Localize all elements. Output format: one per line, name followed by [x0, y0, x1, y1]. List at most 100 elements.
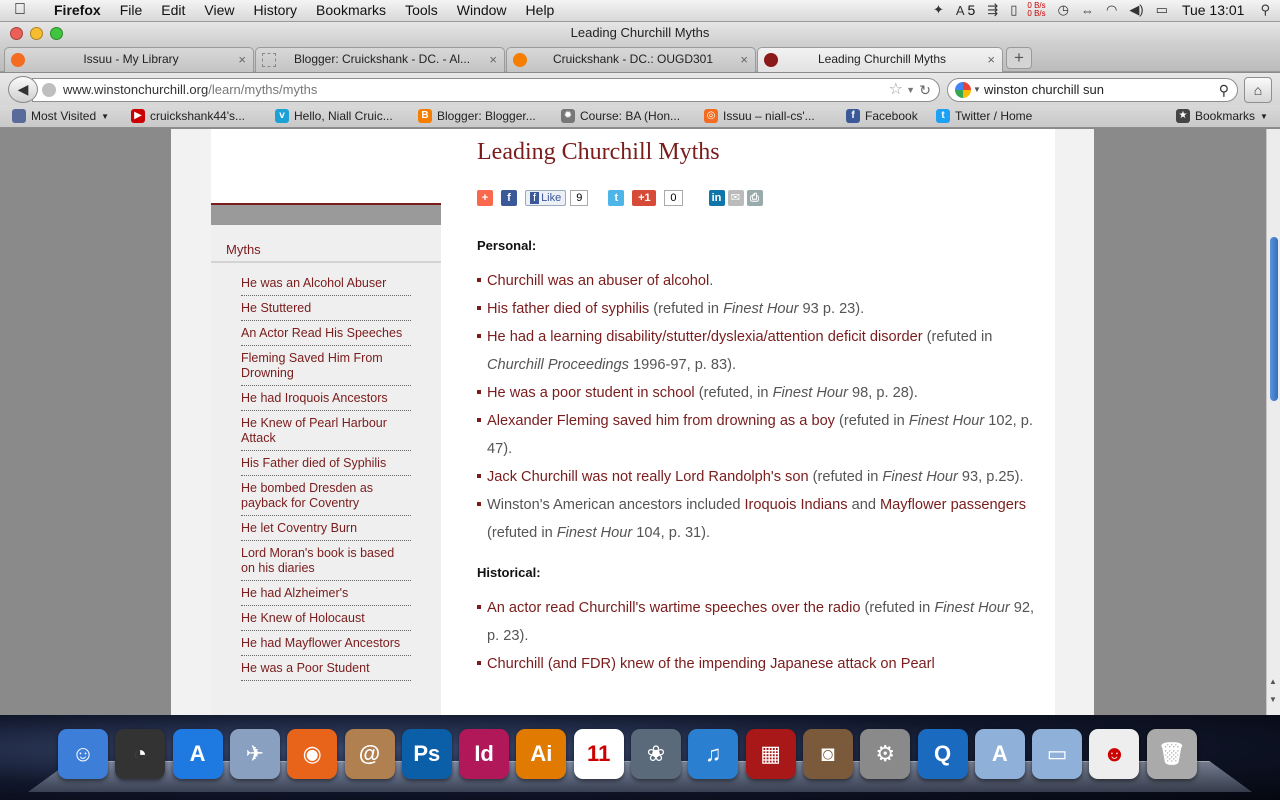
- bookmark-course[interactable]: ✹ Course: BA (Hon...: [561, 109, 680, 123]
- zoom-window-button[interactable]: [50, 27, 63, 40]
- bookmark-facebook[interactable]: f Facebook: [846, 109, 918, 123]
- myth-link[interactable]: Jack Churchill was not really Lord Rando…: [487, 469, 809, 485]
- sidebar-item[interactable]: He let Coventry Burn: [241, 516, 411, 541]
- myth-link[interactable]: He had a learning disability/stutter/dys…: [487, 329, 923, 345]
- bookmark-issuu[interactable]: ◎ Issuu – niall-cs'...: [704, 109, 815, 123]
- sidebar-title-myths[interactable]: Myths: [211, 225, 441, 263]
- menu-view[interactable]: View: [204, 2, 234, 18]
- sidebar-item[interactable]: He bombed Dresden as payback for Coventr…: [241, 476, 411, 516]
- sidebar-item[interactable]: He had Mayflower Ancestors: [241, 631, 411, 656]
- preview-icon[interactable]: ✈: [229, 729, 280, 779]
- tab-leading-churchill-myths[interactable]: Leading Churchill Myths ×: [757, 47, 1003, 72]
- new-tab-button[interactable]: +: [1006, 47, 1032, 69]
- bookmark-star-icon[interactable]: ☆: [889, 79, 903, 101]
- tab-blogger-cruickshank[interactable]: Blogger: Cruickshank - DC. - Al... ×: [255, 47, 505, 72]
- menu-history[interactable]: History: [253, 2, 297, 18]
- sidebar-item[interactable]: He Stuttered: [241, 296, 411, 321]
- churchill-photo-icon[interactable]: ☻: [1089, 729, 1140, 779]
- back-button[interactable]: ◀: [8, 76, 38, 103]
- menu-help[interactable]: Help: [526, 2, 555, 18]
- myth-link[interactable]: Mayflower passengers: [880, 497, 1026, 513]
- finder-icon[interactable]: ☺: [58, 729, 108, 779]
- close-window-button[interactable]: [10, 27, 23, 40]
- sidebar-item[interactable]: He was an Alcohol Abuser: [241, 271, 411, 296]
- ical-icon[interactable]: 11: [573, 729, 624, 779]
- menu-edit[interactable]: Edit: [161, 2, 185, 18]
- sidebar-item[interactable]: He had Iroquois Ancestors: [241, 386, 411, 411]
- linkedin-share-icon[interactable]: in: [708, 190, 725, 206]
- sidebar-item[interactable]: An Actor Read His Speeches: [241, 321, 411, 346]
- print-icon[interactable]: ⎙: [746, 190, 763, 206]
- dropbox-icon[interactable]: ✦: [933, 2, 944, 18]
- facebook-share-icon[interactable]: f: [501, 190, 517, 206]
- menu-file[interactable]: File: [120, 2, 143, 18]
- sidebar-item[interactable]: He was a Poor Student: [241, 656, 411, 681]
- facebook-like-button[interactable]: f Like: [525, 190, 567, 206]
- google-plus-button[interactable]: +1: [632, 190, 657, 206]
- display-icon[interactable]: ⇶: [987, 2, 998, 18]
- myth-link[interactable]: Iroquois Indians: [745, 497, 848, 513]
- photo-booth-icon[interactable]: ▦: [745, 729, 796, 779]
- bookmark-youtube[interactable]: ▶ cruickshank44's...: [131, 109, 245, 123]
- scrollbar-thumb[interactable]: [1270, 237, 1278, 401]
- minimize-window-button[interactable]: [30, 27, 43, 40]
- bluetooth-icon[interactable]: ⇔: [1081, 3, 1094, 18]
- bookmark-most-visited[interactable]: Most Visited ▼: [12, 109, 109, 123]
- myth-link[interactable]: He was a poor student in school: [487, 385, 695, 401]
- scroll-up-arrow-icon[interactable]: ▲: [1269, 677, 1277, 686]
- close-tab-icon[interactable]: ×: [489, 48, 497, 71]
- myth-link[interactable]: Churchill (and FDR) knew of the impendin…: [487, 656, 935, 672]
- myth-link[interactable]: Churchill was an abuser of alcohol: [487, 273, 709, 289]
- address-book-icon[interactable]: @: [344, 729, 395, 779]
- sidebar-item[interactable]: He had Alzheimer's: [241, 581, 411, 606]
- time-machine-icon[interactable]: ◷: [1058, 2, 1069, 18]
- reload-icon[interactable]: ↻: [919, 79, 931, 101]
- photoshop-icon[interactable]: Ps: [401, 729, 452, 779]
- close-tab-icon[interactable]: ×: [987, 48, 995, 71]
- indesign-icon[interactable]: Id: [459, 729, 510, 779]
- addthis-icon[interactable]: +: [477, 190, 493, 206]
- app-store-icon[interactable]: A: [172, 729, 223, 779]
- search-icon[interactable]: ⚲: [1219, 79, 1229, 101]
- applications-folder-icon[interactable]: A: [974, 729, 1025, 779]
- firefox-icon[interactable]: ◉: [287, 729, 338, 779]
- menu-window[interactable]: Window: [457, 2, 507, 18]
- site-identity-icon[interactable]: [42, 83, 56, 97]
- address-bar[interactable]: www.winstonchurchill.org/learn/myths/myt…: [32, 78, 940, 102]
- bookmark-vimeo[interactable]: v Hello, Niall Cruic...: [275, 109, 393, 123]
- search-engine-dropdown-icon[interactable]: ▼: [973, 79, 981, 101]
- sidebar-item[interactable]: Lord Moran's book is based on his diarie…: [241, 541, 411, 581]
- adobe-updates-icon[interactable]: A: [956, 3, 965, 18]
- quicktime-icon[interactable]: Q: [917, 729, 968, 779]
- vertical-scrollbar[interactable]: ▲ ▼: [1266, 129, 1280, 715]
- illustrator-icon[interactable]: Ai: [516, 729, 567, 779]
- search-box[interactable]: ▼ winston churchill sun ⚲: [947, 78, 1238, 102]
- sidebar-item[interactable]: Fleming Saved Him From Drowning: [241, 346, 411, 386]
- search-input[interactable]: winston churchill sun: [984, 82, 1104, 97]
- clock[interactable]: Tue 13:01: [1182, 2, 1245, 18]
- history-dropdown-icon[interactable]: ▼: [906, 79, 915, 101]
- iphoto-icon[interactable]: ❀: [631, 729, 681, 779]
- twitter-share-icon[interactable]: t: [608, 190, 625, 206]
- sidebar-item[interactable]: He Knew of Holocaust: [241, 606, 411, 631]
- battery-widget-icon[interactable]: ▯: [1010, 2, 1017, 18]
- image-capture-icon[interactable]: ◙: [802, 729, 853, 779]
- bookmarks-menu[interactable]: ★ Bookmarks ▼: [1176, 109, 1268, 123]
- itunes-icon[interactable]: ♫: [688, 729, 739, 779]
- trash-icon[interactable]: 🗑: [1146, 729, 1197, 779]
- tab-cruickshank-ougd301[interactable]: Cruickshank - DC.: OUGD301 ×: [506, 47, 756, 72]
- apple-menu-icon[interactable]: : [14, 1, 26, 19]
- tab-issuu[interactable]: Issuu - My Library ×: [4, 47, 254, 72]
- system-preferences-icon[interactable]: ⚙: [860, 729, 911, 779]
- documents-folder-icon[interactable]: ▭: [1032, 729, 1083, 779]
- app-menu-firefox[interactable]: Firefox: [54, 2, 101, 18]
- home-button[interactable]: ⌂: [1244, 77, 1272, 103]
- myth-link[interactable]: Alexander Fleming saved him from drownin…: [487, 413, 835, 429]
- volume-icon[interactable]: ◀): [1129, 2, 1143, 18]
- menu-bookmarks[interactable]: Bookmarks: [316, 2, 386, 18]
- dashboard-icon[interactable]: ◔: [115, 729, 166, 779]
- close-tab-icon[interactable]: ×: [238, 48, 246, 71]
- wifi-icon[interactable]: ◠: [1106, 2, 1117, 18]
- scroll-down-arrow-icon[interactable]: ▼: [1269, 695, 1277, 704]
- email-share-icon[interactable]: ✉: [727, 190, 744, 206]
